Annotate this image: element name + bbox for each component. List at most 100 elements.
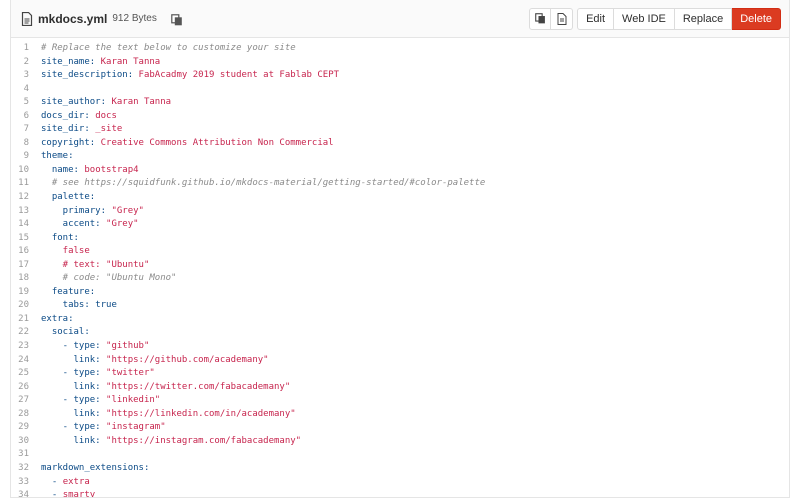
line-number[interactable]: 17 (11, 259, 41, 273)
code-token: site_author: (41, 97, 112, 108)
line-number[interactable]: 8 (11, 137, 41, 151)
line-content: - extra (41, 476, 90, 490)
line-number[interactable]: 29 (11, 421, 41, 435)
line-number[interactable]: 19 (11, 286, 41, 300)
line-number[interactable]: 15 (11, 232, 41, 246)
code-line: 28 link: "https://linkedin.com/in/academ… (11, 408, 789, 422)
line-content: copyright: Creative Commons Attribution … (41, 137, 334, 151)
code-line: 3 site_description: FabAcadmy 2019 studen… (11, 69, 789, 83)
line-content: site_author: Karan Tanna (41, 96, 171, 110)
line-number[interactable]: 21 (11, 313, 41, 327)
line-number[interactable]: 6 (11, 110, 41, 124)
code-token: - (41, 490, 63, 498)
code-token: extra (62, 476, 90, 487)
edit-button[interactable]: Edit (577, 7, 615, 30)
code-token: markdown_extensions: (41, 462, 150, 473)
code-token: social: (41, 327, 90, 338)
file-name: mkdocs.yml (38, 11, 108, 26)
line-content: site_dir: _site (41, 123, 122, 137)
line-number[interactable]: 20 (11, 299, 41, 313)
copy-icon (534, 13, 545, 24)
line-content: docs_dir: docs (41, 110, 117, 124)
line-number[interactable]: 5 (11, 96, 41, 110)
line-number[interactable]: 27 (11, 394, 41, 408)
code-token: - type: (41, 395, 107, 406)
line-content: link: "https://linkedin.com/in/academany… (41, 408, 296, 422)
code-token: # code: "Ubuntu Mono" (41, 273, 177, 284)
line-content: name: bootstrap4 (41, 164, 139, 178)
code-token: Karan Tanna (100, 56, 161, 67)
code-token: name: (41, 164, 85, 175)
code-token: docs (95, 110, 117, 121)
line-number[interactable]: 11 (11, 177, 41, 191)
code-line: 27 - type: "linkedin" (11, 394, 789, 408)
code-line: 22 social: (11, 326, 789, 340)
code-line: 12 palette: (11, 191, 789, 205)
code-line: 9 theme: (11, 150, 789, 164)
code-token: primary: (41, 205, 112, 216)
delete-button[interactable]: Delete (732, 7, 781, 30)
code-token: link: (41, 354, 107, 365)
code-token: link: (41, 408, 107, 419)
line-number[interactable]: 9 (11, 150, 41, 164)
code-line: 5 site_author: Karan Tanna (11, 96, 789, 110)
line-content: false (41, 245, 90, 259)
line-number[interactable]: 25 (11, 367, 41, 381)
code-token: "Grey" (106, 219, 139, 230)
line-number[interactable]: 1 (11, 42, 41, 56)
line-number[interactable]: 14 (11, 218, 41, 232)
line-number[interactable]: 4 (11, 83, 41, 97)
line-number[interactable]: 22 (11, 326, 41, 340)
line-number[interactable]: 3 (11, 69, 41, 83)
line-number[interactable]: 34 (11, 489, 41, 497)
line-number[interactable]: 31 (11, 448, 41, 462)
line-content: accent: "Grey" (41, 218, 139, 232)
line-content: link: "https://twitter.com/fabacademany" (41, 381, 291, 395)
web-ide-button[interactable]: Web IDE (614, 7, 675, 30)
view-toggle-group (529, 7, 574, 30)
line-number[interactable]: 24 (11, 354, 41, 368)
line-number[interactable]: 10 (11, 164, 41, 178)
line-number[interactable]: 16 (11, 245, 41, 259)
line-number[interactable]: 32 (11, 462, 41, 476)
code-token: link: (41, 381, 107, 392)
code-line: 29 - type: "instagram" (11, 421, 789, 435)
line-content: markdown_extensions: (41, 462, 149, 476)
code-token: # text: "Ubuntu" (41, 259, 150, 270)
line-number[interactable]: 30 (11, 435, 41, 449)
file-actions-group: Edit Web IDE Replace Delete (577, 7, 781, 30)
replace-button[interactable]: Replace (674, 7, 733, 30)
line-number[interactable]: 7 (11, 123, 41, 137)
code-line: 33 - extra (11, 476, 789, 490)
code-line: 16 false (11, 245, 789, 259)
code-token: Karan Tanna (111, 97, 172, 108)
copy-path-icon[interactable] (171, 13, 183, 25)
open-raw-button[interactable] (551, 7, 574, 30)
line-number[interactable]: 23 (11, 340, 41, 354)
line-number[interactable]: 18 (11, 272, 41, 286)
code-token: Creative Commons Attribution Non Commerc… (100, 137, 334, 148)
code-token: link: (41, 435, 107, 446)
code-token: "Grey" (111, 205, 144, 216)
code-token: "https://instagram.com/fabacademany" (106, 435, 302, 446)
code-token: docs_dir: (41, 110, 96, 121)
raw-file-icon (557, 12, 567, 25)
code-line: 8 copyright: Creative Commons Attribution… (11, 137, 789, 151)
line-content: # code: "Ubuntu Mono" (41, 272, 177, 286)
code-token: site_dir: (41, 124, 96, 135)
line-content: - type: "twitter" (41, 367, 155, 381)
code-token: site_name: (41, 56, 101, 67)
line-number[interactable]: 26 (11, 381, 41, 395)
code-token: bootstrap4 (84, 164, 139, 175)
code-token: - type: (41, 422, 107, 433)
line-number[interactable]: 2 (11, 56, 41, 70)
line-number[interactable]: 33 (11, 476, 41, 490)
code-line: 2 site_name: Karan Tanna (11, 56, 789, 70)
line-content: feature: (41, 286, 95, 300)
copy-source-button[interactable] (529, 7, 552, 30)
line-number[interactable]: 12 (11, 191, 41, 205)
line-number[interactable]: 13 (11, 205, 41, 219)
code-token: tabs: (41, 300, 96, 311)
line-number[interactable]: 28 (11, 408, 41, 422)
line-content: site_description: FabAcadmy 2019 student… (41, 69, 339, 83)
